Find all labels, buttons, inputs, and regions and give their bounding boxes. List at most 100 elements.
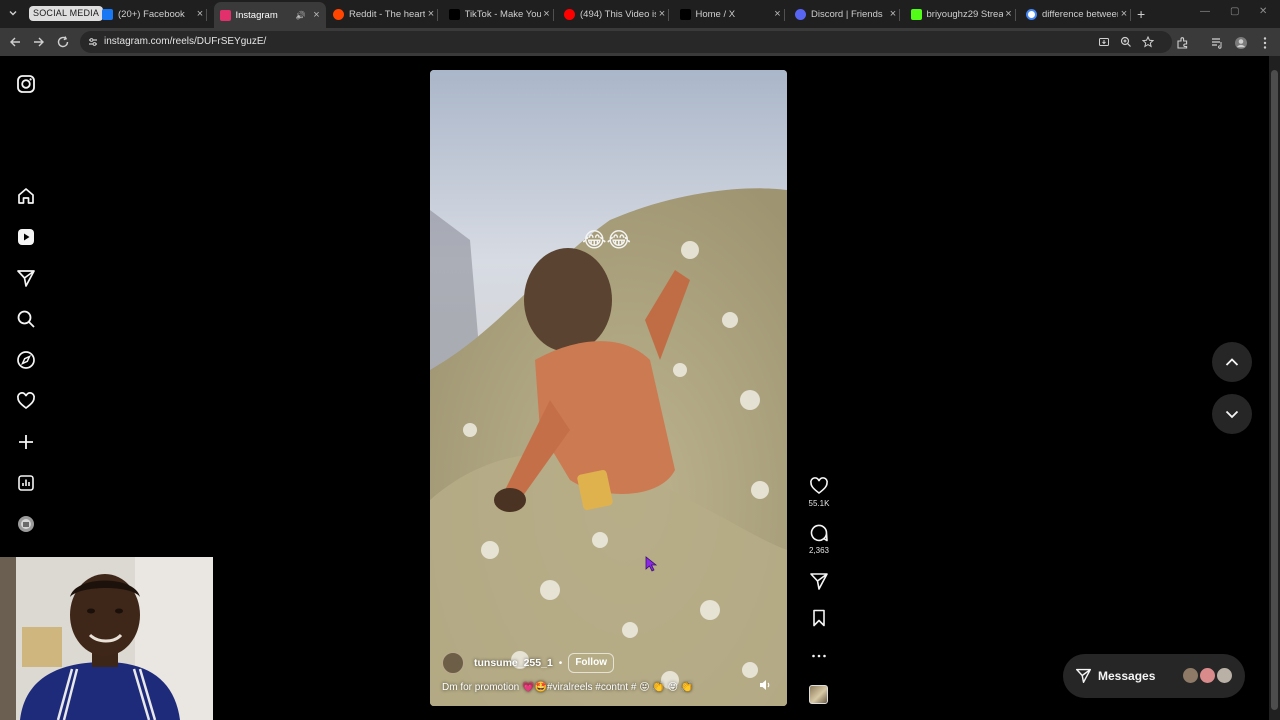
tab-close-icon[interactable]: × [1003,8,1015,20]
tab-title: (20+) Facebook [118,8,185,20]
browser-tab[interactable]: (20+) Facebook × [102,2,207,26]
tab-close-icon[interactable]: × [194,8,206,20]
author-avatar[interactable] [442,652,464,674]
browser-tab[interactable]: Home / X × [679,2,785,26]
address-bar[interactable]: instagram.com/reels/DUFrSEYguzE/ [80,31,1172,53]
direct-messages-icon[interactable] [16,268,36,288]
message-avatar [1182,667,1199,684]
like-action[interactable]: 55.1K [807,476,831,508]
close-window-icon[interactable]: ✕ [1259,6,1267,17]
tab-close-icon[interactable]: × [887,8,899,20]
discord-icon [795,8,806,20]
more-horizontal-icon[interactable] [809,646,829,666]
reels-icon[interactable] [16,227,36,247]
browser-tab[interactable]: TikTok - Make You × [448,2,554,26]
zoom-icon[interactable] [1120,36,1132,48]
next-reel-button[interactable] [1212,394,1252,434]
extensions-icon[interactable] [1175,36,1189,50]
message-avatar [1199,667,1216,684]
tab-separator [1130,9,1131,21]
comment-bubble-icon[interactable] [809,523,829,543]
more-options-action[interactable] [807,646,831,666]
new-tab-button[interactable]: + [1137,6,1145,22]
tab-close-icon[interactable]: × [656,8,668,20]
reddit-icon [333,8,344,20]
comment-count: 2,363 [808,546,830,555]
more-vertical-icon[interactable] [1258,36,1272,50]
tab-title: Home / X [695,8,736,20]
like-count: 55.1K [808,499,830,508]
tab-title: TikTok - Make You [464,8,541,20]
tab-search-button[interactable] [5,5,21,21]
dashboard-icon[interactable] [16,473,36,493]
previous-reel-button[interactable] [1212,342,1252,382]
back-arrow-icon[interactable] [8,35,22,49]
comment-action[interactable]: 2,363 [807,523,831,555]
messages-button[interactable]: Messages [1063,654,1245,698]
reload-icon[interactable] [56,35,70,49]
reel-caption[interactable]: Dm for promotion 💗🤩#viralreels #contnt #… [442,682,693,693]
bookmark-icon[interactable] [809,608,829,628]
search-icon[interactable] [16,309,36,329]
tab-close-icon[interactable]: × [1118,8,1130,20]
notifications-heart-icon[interactable] [16,391,36,411]
browser-tab[interactable]: difference between × [1026,2,1131,26]
emoji-overlay: 😂😂 [582,229,632,252]
chevron-down-icon [1225,410,1239,419]
follow-button[interactable]: Follow [568,653,614,673]
browser-tab[interactable]: Discord | Friends × [795,2,900,26]
browser-tab[interactable]: (494) This Video is × [564,2,669,26]
facebook-icon [102,8,113,20]
tiktok-icon [448,8,460,20]
install-app-icon[interactable] [1098,36,1110,48]
original-audio-thumbnail[interactable] [809,685,828,704]
tab-separator [1014,9,1016,21]
webcam-person-image [0,557,213,720]
youtube-icon [564,8,575,20]
tab-group-label[interactable]: SOCIAL MEDIA [29,6,104,21]
profile-avatar-icon[interactable] [16,514,36,534]
message-avatar [1216,667,1233,684]
tab-title: (494) This Video is [580,8,656,20]
forward-arrow-icon[interactable] [32,35,46,49]
tab-title: Instagram [235,9,278,21]
browser-tab[interactable]: Reddit - The heart × [333,2,438,26]
tab-separator [899,9,900,21]
mouse-cursor-icon [645,556,658,572]
browser-tab[interactable]: briyoughz29 Strea × [910,2,1016,26]
home-icon[interactable] [16,186,36,206]
google-icon [1026,8,1037,20]
restore-icon[interactable]: ▢ [1230,6,1239,17]
page-scrollbar[interactable] [1269,56,1280,720]
browser-tab[interactable]: Instagram 🔊 × [213,2,326,28]
profile-icon[interactable] [1234,36,1248,50]
share-action[interactable] [807,571,831,591]
tab-title: briyoughz29 Strea [926,8,1003,20]
like-heart-icon[interactable] [809,476,829,496]
tab-separator [206,9,207,21]
save-action[interactable] [807,608,831,628]
create-plus-icon[interactable] [16,432,36,452]
bookmark-star-icon[interactable] [1142,36,1154,48]
separator-dot: • [558,657,563,669]
media-controls-icon[interactable] [1210,36,1224,50]
tab-close-icon[interactable]: × [311,9,323,21]
tab-close-icon[interactable]: × [541,8,553,20]
minimize-icon[interactable]: — [1200,6,1210,17]
tab-separator [552,9,554,21]
tab-audio-icon[interactable]: 🔊 [295,11,307,20]
reel-video[interactable]: 😂😂 tunsume_255_1 • Follow Dm for promoti… [430,70,787,706]
author-username[interactable]: tunsume_255_1 [474,657,553,669]
tab-title: difference between [1042,8,1118,20]
instagram-logo-icon[interactable] [16,74,36,94]
scrollbar-thumb[interactable] [1271,70,1278,710]
site-settings-icon[interactable] [87,36,99,48]
url-text[interactable]: instagram.com/reels/DUFrSEYguzE/ [104,36,266,47]
tab-close-icon[interactable]: × [425,8,437,20]
tab-close-icon[interactable]: × [772,8,784,20]
volume-icon[interactable] [758,678,772,692]
messages-label: Messages [1098,669,1156,683]
instagram-icon [219,9,231,21]
explore-compass-icon[interactable] [16,350,36,370]
share-send-icon[interactable] [809,571,829,591]
